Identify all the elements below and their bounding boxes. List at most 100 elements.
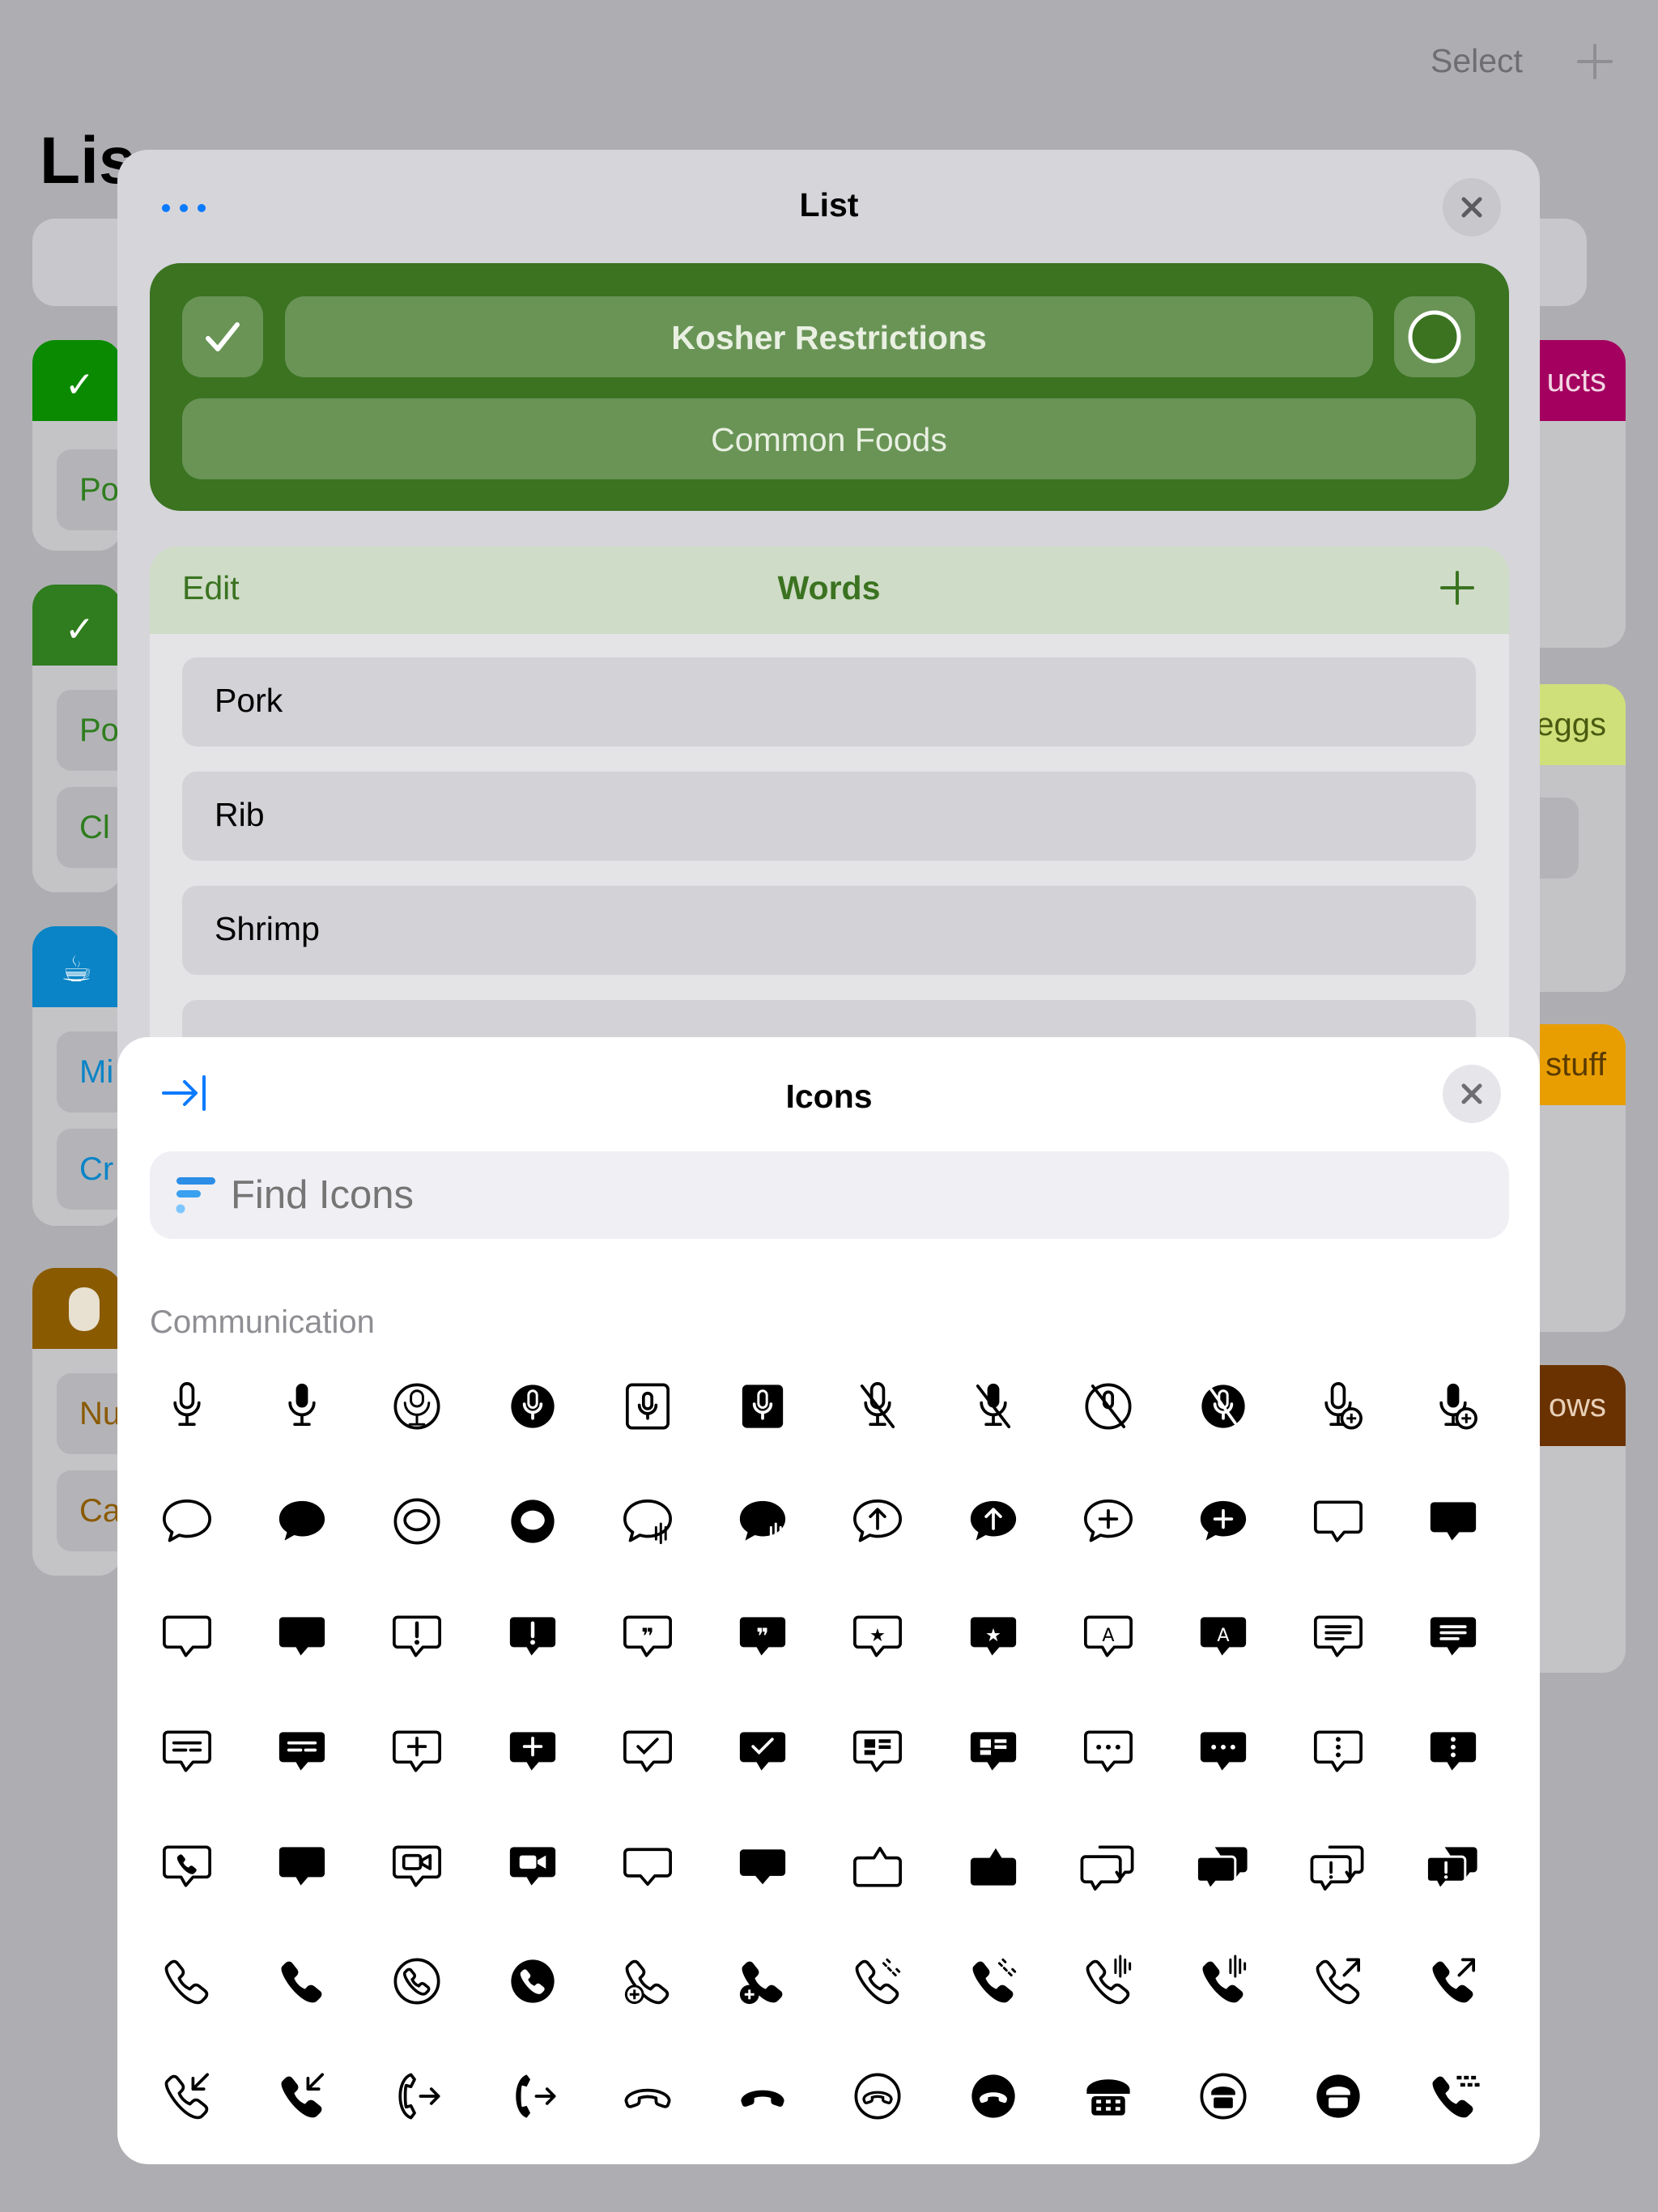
icon-cell-phone-connection[interactable]	[829, 1933, 926, 2030]
icon-cell-bubble-left[interactable]	[138, 1473, 236, 1570]
icon-cell-bubble-left-circle[interactable]	[368, 1473, 466, 1570]
checkmark-toggle[interactable]	[182, 296, 263, 377]
icon-cell-mic-fill-badge-plus[interactable]	[1405, 1358, 1502, 1455]
icon-cell-phone-waveform[interactable]	[1060, 1933, 1157, 2030]
word-row[interactable]: Shrimp	[182, 886, 1476, 975]
icon-cell-phone-down-circle-fill[interactable]	[945, 2048, 1042, 2145]
icon-cell-ellipsis-bubble-fill[interactable]	[1175, 1703, 1272, 1800]
icon-cell-star-bubble-fill[interactable]: ★	[945, 1588, 1042, 1685]
icon-cell-phone-badge-plus[interactable]	[599, 1933, 696, 2030]
icon-cell-middle-bubble[interactable]	[599, 1818, 696, 1915]
icon-cell-mic-badge-plus[interactable]	[1290, 1358, 1387, 1455]
word-row[interactable]: Rib	[182, 772, 1476, 861]
icon-cell-two-bubbles[interactable]	[1060, 1818, 1157, 1915]
icon-cell-character-bubble-fill[interactable]: A	[1175, 1588, 1272, 1685]
icon-cell-bubble-left-circle-fill[interactable]	[484, 1473, 581, 1570]
icon-cell-widget-bubble-fill[interactable]	[945, 1703, 1042, 1800]
icon-cell-bubble-waveform[interactable]	[599, 1473, 696, 1570]
icon-cell-phone-arrow-up-right[interactable]	[1290, 1933, 1387, 2030]
icon-cell-bubble-plus[interactable]	[1060, 1473, 1157, 1570]
icon-cell-exclamation-two-bubbles[interactable]	[1290, 1818, 1387, 1915]
icon-cell-phone-fill-badge-plus[interactable]	[714, 1933, 811, 2030]
icon-cell-captions-bubble-fill[interactable]	[253, 1703, 351, 1800]
icon-cell-phone-arrow-down-left[interactable]	[138, 2048, 236, 2145]
icon-cell-ellipsis-vertical-bubble-fill[interactable]	[1405, 1703, 1502, 1800]
icon-cell-phone-connection-fill[interactable]	[945, 1933, 1042, 2030]
add-word-plus-icon[interactable]	[1439, 570, 1475, 606]
icons-close-button[interactable]	[1443, 1065, 1501, 1123]
icon-cell-mic-fill[interactable]	[253, 1358, 351, 1455]
color-picker-button[interactable]	[1394, 296, 1475, 377]
icon-cell-bubble-up-arrow[interactable]	[829, 1473, 926, 1570]
list-name-field[interactable]: Kosher Restrictions	[285, 296, 1373, 377]
icon-cell-video-bubble-fill[interactable]	[484, 1818, 581, 1915]
icon-cell-quote-bubble[interactable]: ❞	[599, 1588, 696, 1685]
icon-cell-mic-square-fill[interactable]	[714, 1358, 811, 1455]
bubble-up-arrow-icon	[853, 1499, 902, 1542]
icon-cell-mic-square[interactable]	[599, 1358, 696, 1455]
icon-cell-phone-circle-fill[interactable]	[484, 1933, 581, 2030]
list-close-button[interactable]	[1443, 178, 1501, 236]
icon-cell-mic-circle[interactable]	[368, 1358, 466, 1455]
icon-cell-phone-down-circle[interactable]	[829, 2048, 926, 2145]
icon-cell-text-bubble[interactable]	[1290, 1588, 1387, 1685]
icon-cell-phone-bubble[interactable]	[138, 1818, 236, 1915]
icon-cell-quote-bubble-fill[interactable]: ❞	[714, 1588, 811, 1685]
icon-cell-star-bubble[interactable]: ★	[829, 1588, 926, 1685]
icon-cell-teletype-circle-fill[interactable]	[1290, 2048, 1387, 2145]
icon-cell-phone-arrow-right-fill[interactable]	[484, 2048, 581, 2145]
icon-cell-square-bubble[interactable]	[138, 1588, 236, 1685]
find-icons-input[interactable]	[231, 1172, 1445, 1218]
icon-cell-exclamation-bubble-fill[interactable]	[484, 1588, 581, 1685]
icon-cell-mic-slash-circle-fill[interactable]	[1175, 1358, 1272, 1455]
icon-cell-checkmark-bubble[interactable]	[599, 1703, 696, 1800]
icon-cell-bubble-middle-top[interactable]	[829, 1818, 926, 1915]
icon-cell-exclamation-bubble[interactable]	[368, 1588, 466, 1685]
icon-cell-phone-arrow-up-right-fill[interactable]	[1405, 1933, 1502, 2030]
svg-text:★: ★	[985, 1625, 1001, 1646]
icon-cell-middle-bubble-fill[interactable]	[714, 1818, 811, 1915]
icon-cell-exclamation-two-bubbles-fill[interactable]	[1405, 1818, 1502, 1915]
icon-cell-captions-bubble[interactable]	[138, 1703, 236, 1800]
icon-cell-phone-bubble-fill[interactable]	[253, 1818, 351, 1915]
icon-cell-text-bubble-fill[interactable]	[1405, 1588, 1502, 1685]
icon-cell-bubble-left-fill[interactable]	[253, 1473, 351, 1570]
icon-cell-ellipsis-bubble[interactable]	[1060, 1703, 1157, 1800]
icon-cell-bubble-right[interactable]	[1290, 1473, 1387, 1570]
icon-cell-mic-circle-fill[interactable]	[484, 1358, 581, 1455]
icon-cell-phone-waveform-fill[interactable]	[1175, 1933, 1272, 2030]
icon-cell-widget-bubble[interactable]	[829, 1703, 926, 1800]
icon-cell-phone-circle[interactable]	[368, 1933, 466, 2030]
icon-cell-teletype-answer[interactable]	[1405, 2048, 1502, 2145]
icon-cell-plus-bubble[interactable]	[368, 1703, 466, 1800]
icon-cell-square-bubble-fill[interactable]	[253, 1588, 351, 1685]
icon-cell-bubble-middle-top-fill[interactable]	[945, 1818, 1042, 1915]
icon-cell-phone-fill[interactable]	[253, 1933, 351, 2030]
icon-cell-two-bubbles-fill[interactable]	[1175, 1818, 1272, 1915]
icon-cell-mic-slash-fill[interactable]	[945, 1358, 1042, 1455]
icon-cell-character-bubble[interactable]: A	[1060, 1588, 1157, 1685]
icon-cell-bubble-right-fill[interactable]	[1405, 1473, 1502, 1570]
word-row[interactable]: Pork	[182, 657, 1476, 747]
icon-cell-checkmark-bubble-fill[interactable]	[714, 1703, 811, 1800]
icon-cell-teletype-circle[interactable]	[1175, 2048, 1272, 2145]
add-plus-icon[interactable]	[1575, 42, 1614, 81]
icon-cell-mic-slash-circle[interactable]	[1060, 1358, 1157, 1455]
icon-cell-teletype[interactable]	[1060, 2048, 1157, 2145]
phone-bubble-icon	[163, 1845, 211, 1887]
icon-cell-bubble-up-arrow-fill[interactable]	[945, 1473, 1042, 1570]
icon-cell-phone[interactable]	[138, 1933, 236, 2030]
list-subtitle-field[interactable]: Common Foods	[182, 398, 1476, 479]
icon-cell-bubble-plus-fill[interactable]	[1175, 1473, 1272, 1570]
icon-cell-plus-bubble-fill[interactable]	[484, 1703, 581, 1800]
icon-cell-mic[interactable]	[138, 1358, 236, 1455]
icon-cell-ellipsis-vertical-bubble[interactable]	[1290, 1703, 1387, 1800]
icon-cell-phone-arrow-right[interactable]	[368, 2048, 466, 2145]
icon-cell-phone-down-fill[interactable]	[714, 2048, 811, 2145]
icon-cell-phone-arrow-down-left-fill[interactable]	[253, 2048, 351, 2145]
icon-cell-bubble-waveform-fill[interactable]	[714, 1473, 811, 1570]
icon-cell-mic-slash[interactable]	[829, 1358, 926, 1455]
icon-cell-phone-down[interactable]	[599, 2048, 696, 2145]
select-button[interactable]: Select	[1431, 42, 1523, 80]
icon-cell-video-bubble[interactable]	[368, 1818, 466, 1915]
